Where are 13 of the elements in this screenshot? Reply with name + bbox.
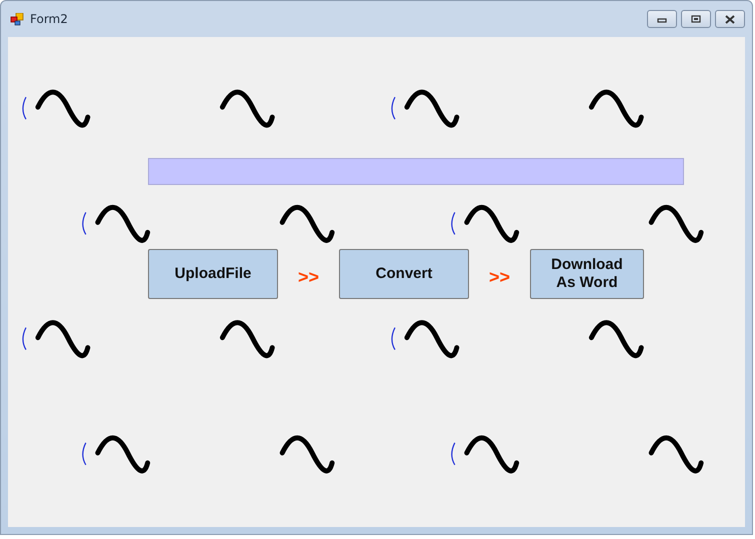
action-button[interactable]: UploadFile: [148, 249, 278, 299]
close-button[interactable]: [715, 10, 745, 28]
action-button[interactable]: Convert: [339, 249, 469, 299]
close-icon: [724, 14, 736, 24]
arrow-text: >>: [488, 266, 512, 288]
maximize-button[interactable]: [681, 10, 711, 28]
arrow-text: >>: [296, 266, 320, 288]
restore-icon: [691, 15, 701, 23]
input-field[interactable]: [148, 158, 684, 185]
app-icon: [10, 12, 24, 26]
minimize-button[interactable]: [647, 10, 677, 28]
window-title: Form2: [30, 12, 68, 26]
action-button[interactable]: Download As Word: [530, 249, 644, 299]
